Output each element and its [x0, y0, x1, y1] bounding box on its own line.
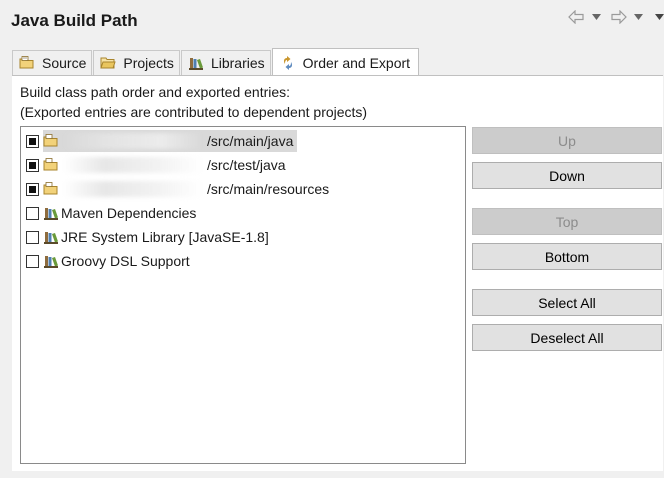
- source-folder-icon: [43, 158, 58, 171]
- list-item-text: JRE System Library [JavaSE-1.8]: [61, 229, 269, 245]
- list-item[interactable]: Groovy DSL Support: [26, 250, 194, 272]
- chevron-down-icon: [655, 14, 664, 20]
- page-header: Java Build Path: [0, 0, 664, 40]
- library-icon: [44, 256, 58, 268]
- list-item-text: Maven Dependencies: [61, 205, 197, 221]
- list-item-label-area: JRE System Library [JavaSE-1.8]: [43, 226, 273, 248]
- order-export-icon: [283, 55, 292, 70]
- up-button[interactable]: Up: [472, 127, 662, 154]
- export-checkbox[interactable]: [26, 254, 39, 268]
- tab-projects[interactable]: Projects: [93, 50, 180, 75]
- source-folder-icon: [43, 182, 58, 195]
- export-checkbox[interactable]: [26, 158, 39, 172]
- chevron-down-icon: [592, 14, 601, 20]
- list-item-text: /src/test/java: [207, 157, 286, 173]
- list-item[interactable]: /src/main/resources: [26, 178, 333, 200]
- build-path-entries-list[interactable]: /src/main/java /src/test/java /src/main/…: [20, 126, 466, 464]
- list-item-text: Groovy DSL Support: [61, 253, 190, 269]
- list-item[interactable]: Maven Dependencies: [26, 202, 200, 224]
- list-item-label-area: /src/main/resources: [43, 178, 333, 200]
- list-item-text: /src/main/java: [207, 133, 294, 149]
- redacted-project-name: [63, 133, 203, 149]
- tab-bar: Source Projects Libraries Order and Expo…: [12, 48, 420, 76]
- open-folder-icon: [100, 57, 117, 69]
- tab-label: Source: [42, 55, 87, 71]
- tab-label: Projects: [123, 55, 174, 71]
- view-menu-button[interactable]: [655, 8, 664, 26]
- page-title: Java Build Path: [11, 11, 138, 30]
- list-item[interactable]: JRE System Library [JavaSE-1.8]: [26, 226, 273, 248]
- down-button[interactable]: Down: [472, 162, 662, 189]
- tab-libraries[interactable]: Libraries: [180, 50, 271, 75]
- forward-arrow-icon: [611, 10, 627, 24]
- bottom-button[interactable]: Bottom: [472, 243, 662, 270]
- list-item-label-area: /src/test/java: [43, 154, 290, 176]
- select-all-button[interactable]: Select All: [472, 289, 662, 316]
- tab-label: Order and Export: [302, 54, 411, 71]
- library-icon: [44, 208, 58, 220]
- back-history-dropdown[interactable]: [592, 8, 601, 26]
- description-line-1: Build class path order and exported entr…: [20, 84, 291, 100]
- export-checkbox[interactable]: [26, 134, 39, 148]
- description-line-2: (Exported entries are contributed to dep…: [20, 104, 368, 120]
- forward-history-dropdown[interactable]: [634, 8, 643, 26]
- list-item[interactable]: /src/main/java: [26, 130, 298, 152]
- tab-order-and-export[interactable]: Order and Export: [271, 48, 420, 76]
- list-item-label-area: Maven Dependencies: [43, 202, 200, 224]
- back-arrow-icon: [568, 10, 584, 24]
- back-button[interactable]: [568, 8, 584, 26]
- export-checkbox[interactable]: [26, 182, 39, 196]
- library-icon: [44, 232, 58, 244]
- forward-button[interactable]: [611, 8, 627, 26]
- list-item-text: /src/main/resources: [207, 181, 330, 197]
- export-checkbox[interactable]: [26, 230, 39, 244]
- tab-label: Libraries: [210, 55, 265, 71]
- list-item[interactable]: /src/test/java: [26, 154, 290, 176]
- tab-source[interactable]: Source: [12, 50, 93, 75]
- source-folder-icon: [43, 134, 58, 147]
- export-checkbox[interactable]: [26, 206, 39, 220]
- chevron-down-icon: [634, 14, 643, 20]
- redacted-project-name: [63, 157, 203, 173]
- list-item-label-area: Groovy DSL Support: [43, 250, 194, 272]
- redacted-project-name: [63, 181, 203, 197]
- library-icon: [188, 58, 203, 70]
- top-button[interactable]: Top: [472, 208, 662, 235]
- source-folder-icon: [19, 56, 34, 69]
- deselect-all-button[interactable]: Deselect All: [472, 324, 662, 351]
- list-item-label-area: /src/main/java: [43, 130, 298, 152]
